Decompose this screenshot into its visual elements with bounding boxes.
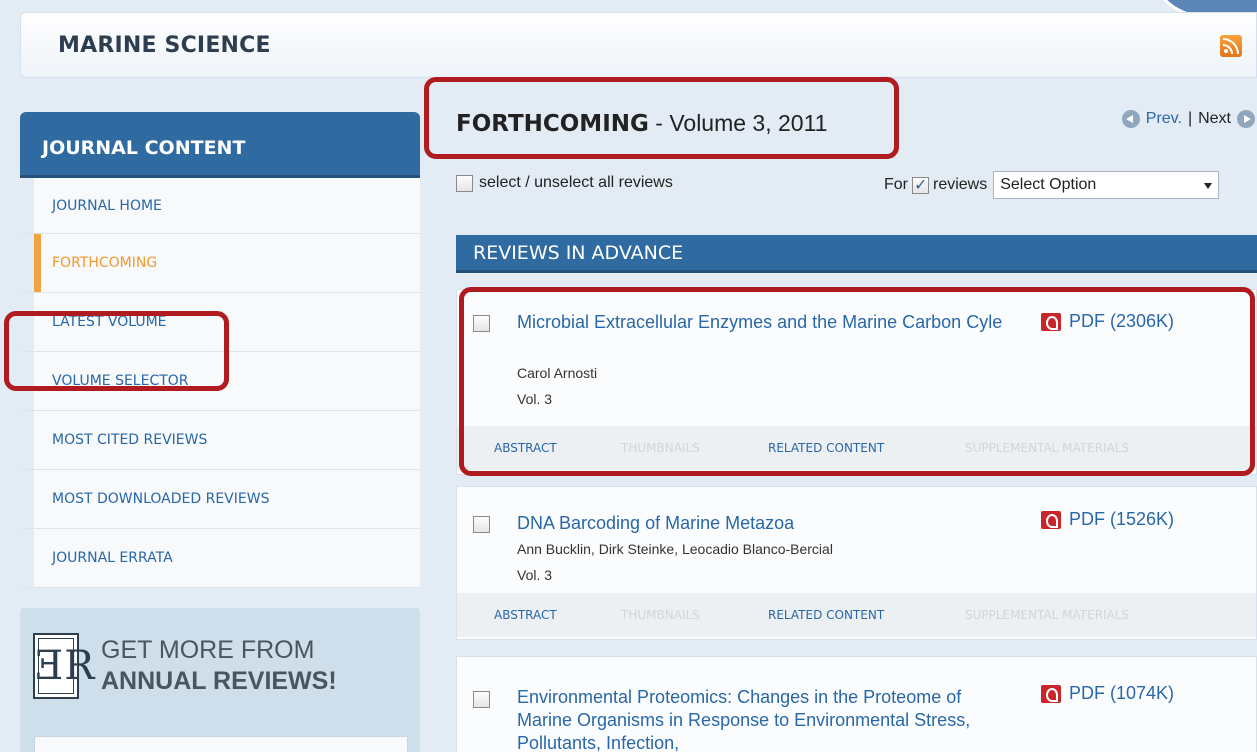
sidebar-item-label: MOST CITED REVIEWS <box>52 432 208 448</box>
article-item: Environmental Proteomics: Changes in the… <box>456 656 1257 752</box>
page: MARINE SCIENCE JOURNAL CONTENT JOURNAL H… <box>0 0 1257 752</box>
highlight-first-article <box>459 287 1255 476</box>
tab-supplemental: SUPPLEMENTAL MATERIALS <box>965 608 1130 622</box>
pdf-link[interactable]: PDF (1074K) <box>1041 683 1174 704</box>
article-title-link[interactable]: DNA Barcoding of Marine Metazoa <box>517 512 1007 535</box>
sidebar-item-label: FORTHCOMING <box>52 255 158 271</box>
sidebar-title: JOURNAL CONTENT <box>20 112 420 178</box>
highlight-title <box>424 77 899 159</box>
pager-separator: | <box>1187 110 1193 127</box>
journal-title: MARINE SCIENCE <box>58 33 271 58</box>
tab-abstract[interactable]: ABSTRACT <box>494 608 557 622</box>
action-select[interactable]: Select Option <box>993 171 1220 199</box>
pdf-label: PDF (1526K) <box>1069 509 1175 529</box>
promo-line-1: GET MORE FROM <box>101 636 315 664</box>
rss-icon[interactable] <box>1220 35 1242 57</box>
sidebar: JOURNAL CONTENT JOURNAL HOME FORTHCOMING… <box>20 112 420 752</box>
sidebar-item-label: MOST DOWNLOADED REVIEWS <box>52 491 270 507</box>
annual-reviews-logo: ƎR <box>33 633 94 699</box>
reviews-checkbox[interactable] <box>912 175 929 194</box>
highlight-forthcoming <box>4 311 229 391</box>
sidebar-item-most-downloaded[interactable]: MOST DOWNLOADED REVIEWS <box>20 470 420 529</box>
pdf-link[interactable]: PDF (1526K) <box>1041 509 1174 530</box>
action-select-value: Select Option <box>1000 176 1097 193</box>
tab-thumbnails: THUMBNAILS <box>621 608 700 622</box>
select-all-checkbox[interactable] <box>456 174 473 192</box>
sidebar-item-label: JOURNAL HOME <box>52 197 162 214</box>
sidebar-item-most-cited[interactable]: MOST CITED REVIEWS <box>20 411 420 470</box>
tab-related-content[interactable]: RELATED CONTENT <box>768 608 884 622</box>
next-link[interactable]: Next <box>1198 110 1231 128</box>
article-tabs: ABSTRACT THUMBNAILS RELATED CONTENT SUPP… <box>457 593 1256 637</box>
pdf-icon <box>1041 510 1061 529</box>
for-label: For <box>884 176 908 193</box>
article-item: DNA Barcoding of Marine Metazoa Ann Buck… <box>456 486 1257 640</box>
next-arrow-icon[interactable] <box>1237 110 1255 128</box>
sidebar-item-forthcoming[interactable]: FORTHCOMING <box>20 234 420 293</box>
article-title-link[interactable]: Environmental Proteomics: Changes in the… <box>517 686 997 752</box>
pager: Prev. | Next <box>1121 110 1255 128</box>
prev-arrow-icon[interactable] <box>1121 110 1140 128</box>
promo-line-2: ANNUAL REVIEWS! <box>101 667 337 695</box>
select-all-label: select / unselect all reviews <box>479 174 673 191</box>
bulk-action-row: For reviews Select Option <box>884 171 1220 199</box>
pdf-label: PDF (1074K) <box>1069 683 1175 703</box>
pdf-icon <box>1041 684 1061 703</box>
annual-reviews-promo[interactable]: ƎR GET MORE FROM ANNUAL REVIEWS! <box>20 608 420 752</box>
chevron-down-icon <box>1204 183 1213 189</box>
article-authors: Ann Bucklin, Dirk Steinke, Leocadio Blan… <box>517 541 833 557</box>
reviews-label: reviews <box>933 176 988 193</box>
promo-box <box>34 736 408 752</box>
article-checkbox[interactable] <box>473 691 490 708</box>
section-title: REVIEWS IN ADVANCE <box>456 235 1257 273</box>
prev-link[interactable]: Prev. <box>1146 110 1182 128</box>
article-volume: Vol. 3 <box>517 567 553 583</box>
select-all-row: select / unselect all reviews <box>456 174 673 192</box>
sidebar-item-journal-errata[interactable]: JOURNAL ERRATA <box>20 529 420 588</box>
sidebar-item-label: JOURNAL ERRATA <box>52 550 173 566</box>
journal-header: MARINE SCIENCE <box>20 12 1257 78</box>
sidebar-item-journal-home[interactable]: JOURNAL HOME <box>20 178 420 234</box>
article-checkbox[interactable] <box>473 516 490 533</box>
